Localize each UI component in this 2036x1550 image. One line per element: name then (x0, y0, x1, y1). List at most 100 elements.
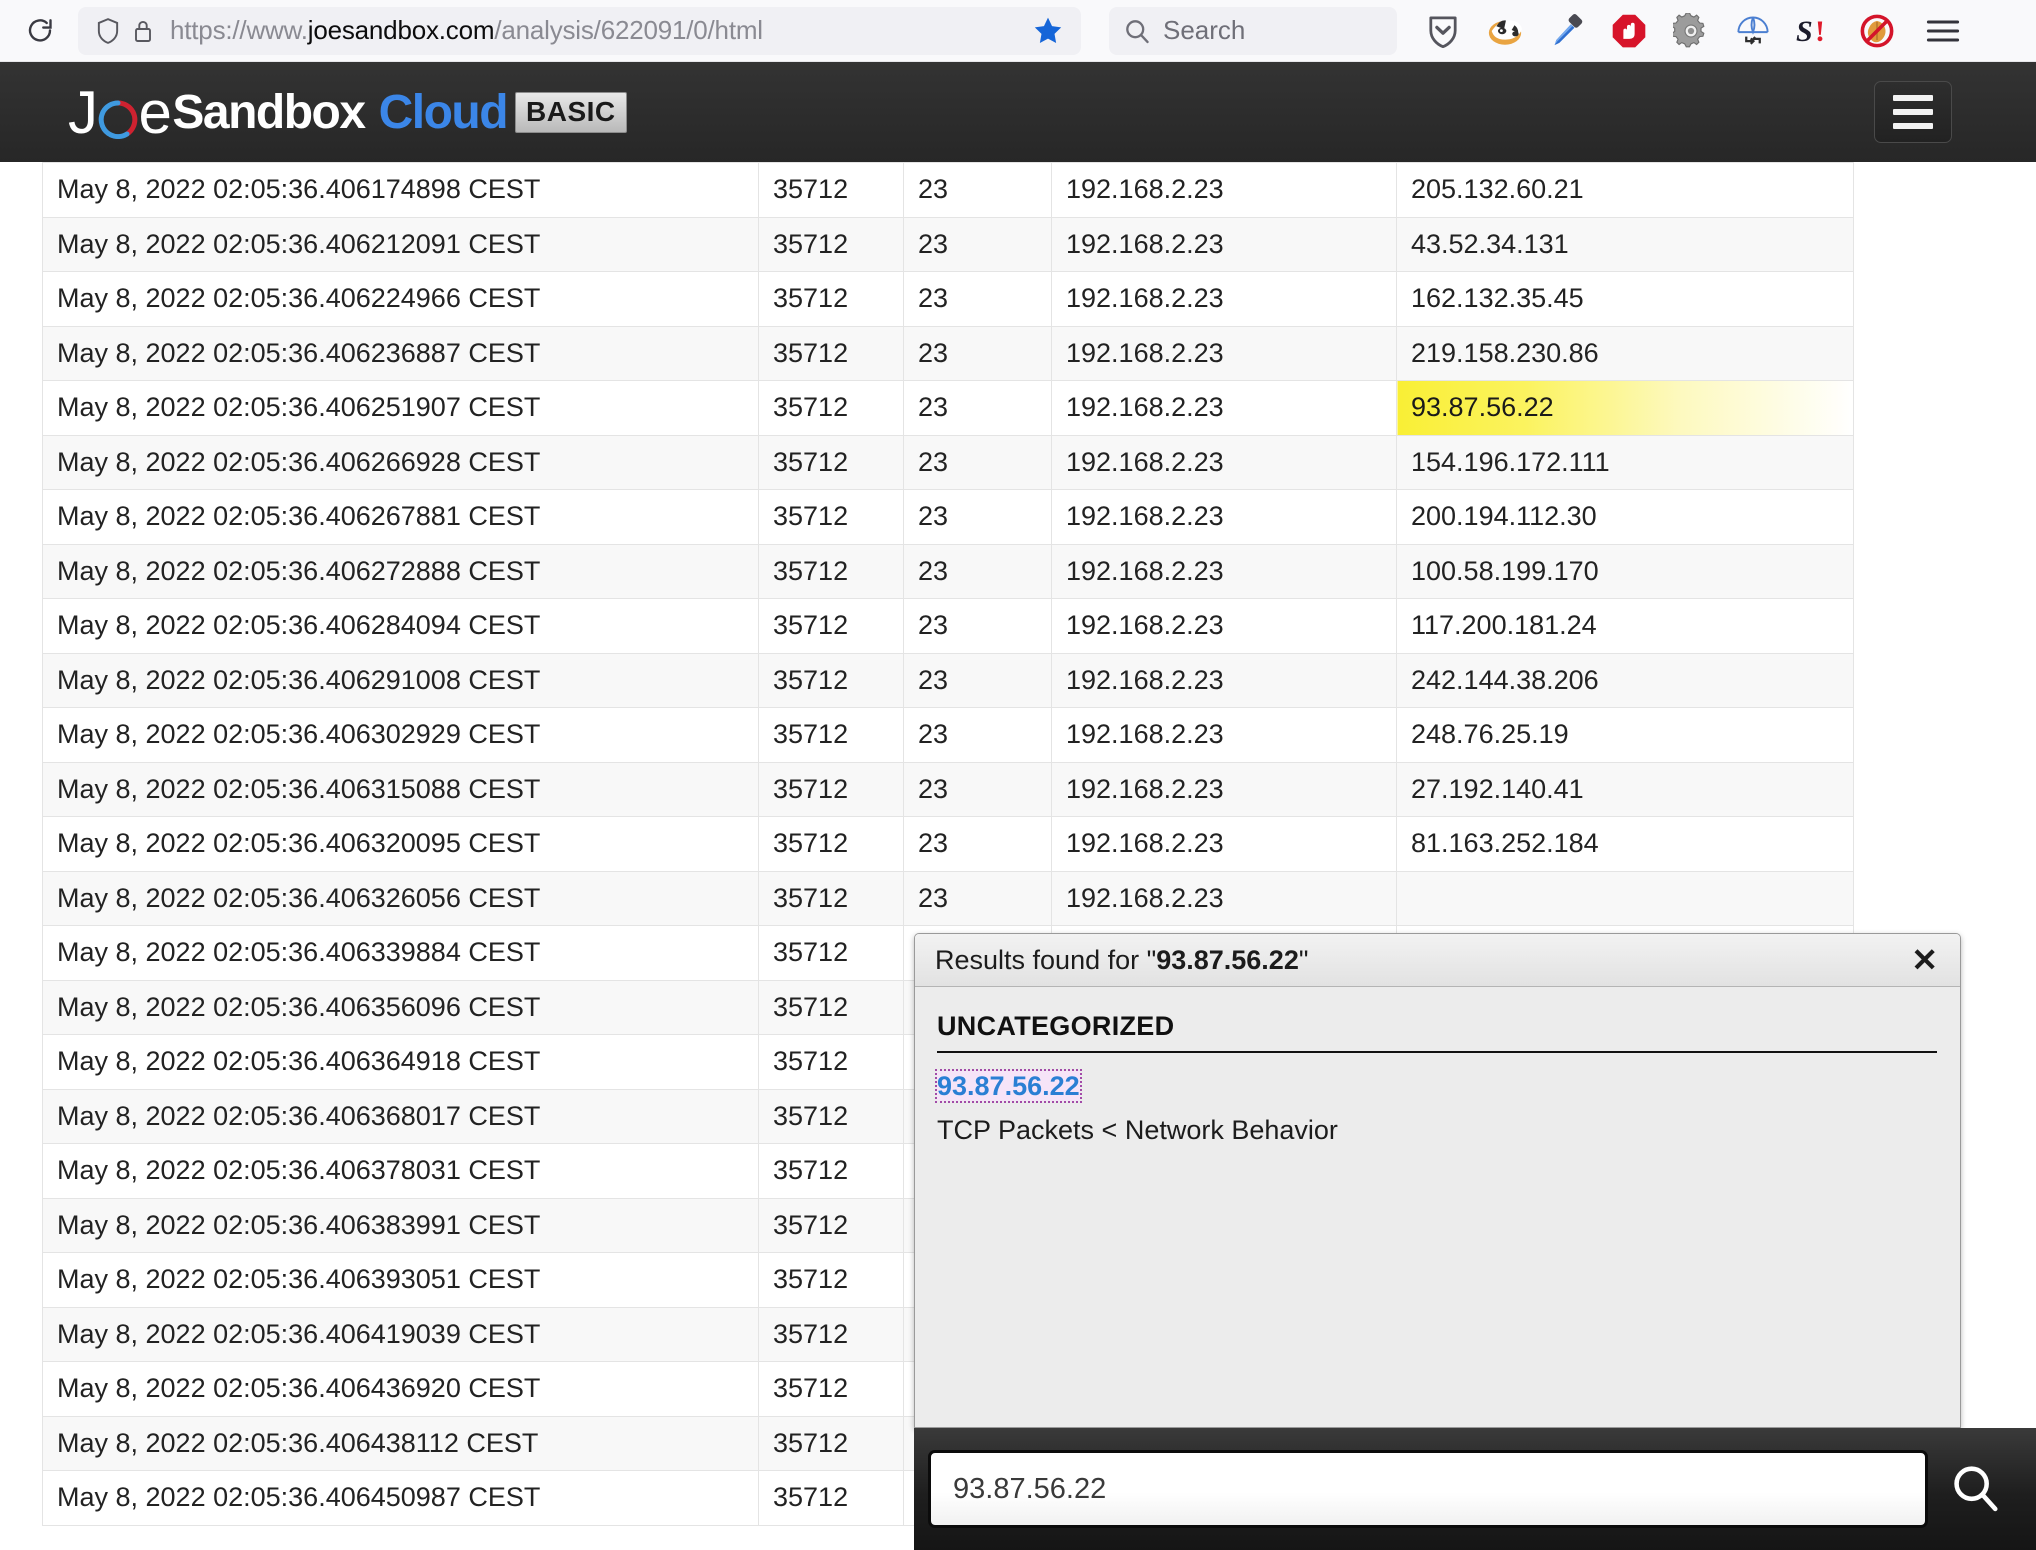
cell-destination-port: 23 (903, 870, 1052, 926)
cell-timestamp: May 8, 2022 02:05:36.406393051 CEST (42, 1252, 759, 1308)
cell-source-ip: 192.168.2.23 (1051, 380, 1397, 436)
cell-timestamp: May 8, 2022 02:05:36.406212091 CEST (42, 216, 759, 272)
eyedropper-icon[interactable] (1547, 11, 1587, 51)
search-results-category: UNCATEGORIZED (937, 1011, 1937, 1053)
cell-destination-ip: 100.58.199.170 (1396, 543, 1854, 599)
cell-source-port: 35712 (758, 1415, 904, 1471)
cell-destination-port: 23 (903, 325, 1052, 381)
site-header: J e Sandbox Cloud BASIC (0, 62, 2036, 162)
search-result-link[interactable]: 93.87.56.22 (935, 1068, 1082, 1104)
cell-source-port: 35712 (758, 1197, 904, 1253)
search-results-title-suffix: " (1298, 944, 1309, 975)
cell-destination-port: 23 (903, 707, 1052, 763)
reload-button[interactable] (18, 9, 62, 53)
logo-letter-e: e (138, 78, 172, 146)
noscript-icon[interactable] (1857, 11, 1897, 51)
cell-timestamp: May 8, 2022 02:05:36.406291008 CEST (42, 652, 759, 708)
search-result-breadcrumb: TCP Packets < Network Behavior (937, 1115, 1338, 1146)
cell-timestamp: May 8, 2022 02:05:36.406368017 CEST (42, 1088, 759, 1144)
table-row[interactable]: May 8, 2022 02:05:36.406302929 CEST 35712… (42, 707, 1854, 763)
cell-destination-ip (1396, 870, 1854, 926)
table-row[interactable]: May 8, 2022 02:05:36.406266928 CEST 35712… (42, 434, 1854, 490)
cell-destination-ip: 219.158.230.86 (1396, 325, 1854, 381)
site-search-submit-button[interactable] (1928, 1441, 2024, 1537)
cell-source-port: 35712 (758, 652, 904, 708)
table-row[interactable]: May 8, 2022 02:05:36.406320095 CEST 35712… (42, 816, 1854, 872)
cell-destination-port: 23 (903, 543, 1052, 599)
reload-icon (28, 18, 52, 42)
cell-source-port: 35712 (758, 489, 904, 545)
search-results-body: UNCATEGORIZED 93.87.56.22 TCP Packets < … (915, 987, 1960, 1146)
extensions-toolbar: S ! (1423, 11, 1963, 51)
table-row[interactable]: May 8, 2022 02:05:36.406326056 CEST 35712… (42, 870, 1854, 926)
browser-search-placeholder: Search (1163, 15, 1246, 45)
cell-source-port: 35712 (758, 1034, 904, 1090)
table-row[interactable]: May 8, 2022 02:05:36.406291008 CEST 35712… (42, 652, 1854, 708)
cell-timestamp: May 8, 2022 02:05:36.406320095 CEST (42, 816, 759, 872)
joe-sandbox-logo[interactable]: J e Sandbox Cloud BASIC (68, 78, 627, 147)
site-search-input[interactable]: 93.87.56.22 (928, 1450, 1928, 1528)
privacy-badger-icon[interactable] (1485, 11, 1525, 51)
table-row[interactable]: May 8, 2022 02:05:36.406272888 CEST 35712… (42, 543, 1854, 599)
cell-source-port: 35712 (758, 162, 904, 218)
table-row[interactable]: May 8, 2022 02:05:36.406284094 CEST 35712… (42, 598, 1854, 654)
cell-destination-ip: 117.200.181.24 (1396, 598, 1854, 654)
cell-source-port: 35712 (758, 761, 904, 817)
bookmark-button[interactable] (1031, 14, 1069, 48)
cell-destination-ip: 81.163.252.184 (1396, 816, 1854, 872)
cell-timestamp: May 8, 2022 02:05:36.406224966 CEST (42, 271, 759, 327)
cell-timestamp: May 8, 2022 02:05:36.406284094 CEST (42, 598, 759, 654)
site-menu-button[interactable] (1874, 81, 1952, 143)
cell-timestamp: May 8, 2022 02:05:36.406326056 CEST (42, 870, 759, 926)
cell-timestamp: May 8, 2022 02:05:36.406266928 CEST (42, 434, 759, 490)
cell-destination-port: 23 (903, 271, 1052, 327)
search-results-popup-header: Results found for "93.87.56.22" ✕ (915, 934, 1960, 987)
cell-source-port: 35712 (758, 380, 904, 436)
cell-timestamp: May 8, 2022 02:05:36.406251907 CEST (42, 380, 759, 436)
cell-destination-ip: 242.144.38.206 (1396, 652, 1854, 708)
cell-timestamp: May 8, 2022 02:05:36.406272888 CEST (42, 543, 759, 599)
cell-source-port: 35712 (758, 1252, 904, 1308)
table-row[interactable]: May 8, 2022 02:05:36.406315088 CEST 35712… (42, 761, 1854, 817)
cell-source-port: 35712 (758, 598, 904, 654)
cell-source-port: 35712 (758, 271, 904, 327)
cell-source-ip: 192.168.2.23 (1051, 652, 1397, 708)
close-icon[interactable]: ✕ (1911, 944, 1938, 976)
cell-source-port: 35712 (758, 1143, 904, 1199)
table-row[interactable]: May 8, 2022 02:05:36.406251907 CEST 35712… (42, 380, 1854, 436)
cell-destination-ip-highlighted: 93.87.56.22 (1396, 380, 1854, 436)
cell-timestamp: May 8, 2022 02:05:36.406356096 CEST (42, 979, 759, 1035)
logo-word-sandbox: Sandbox (172, 85, 366, 139)
address-bar[interactable]: https://www.joesandbox.com/analysis/6220… (78, 6, 1081, 55)
cell-timestamp: May 8, 2022 02:05:36.406315088 CEST (42, 761, 759, 817)
table-row[interactable]: May 8, 2022 02:05:36.406174898 CEST 35712… (42, 162, 1854, 218)
table-row[interactable]: May 8, 2022 02:05:36.406267881 CEST 35712… (42, 489, 1854, 545)
gear-icon[interactable] (1671, 11, 1711, 51)
cell-source-ip: 192.168.2.23 (1051, 162, 1397, 218)
tracking-protection-shield-button[interactable] (90, 13, 126, 49)
logo-edition-badge: BASIC (515, 91, 627, 133)
site-security-button[interactable] (126, 13, 160, 49)
svg-text:!: ! (1815, 15, 1825, 48)
s-bang-icon[interactable]: S ! (1795, 11, 1835, 51)
table-row[interactable]: May 8, 2022 02:05:36.406224966 CEST 35712… (42, 271, 1854, 327)
cell-destination-ip: 205.132.60.21 (1396, 162, 1854, 218)
browser-search-bar[interactable]: Search (1109, 6, 1397, 55)
cell-destination-port: 23 (903, 434, 1052, 490)
cell-source-ip: 192.168.2.23 (1051, 216, 1397, 272)
table-row[interactable]: May 8, 2022 02:05:36.406236887 CEST 35712… (42, 325, 1854, 381)
magnifier-icon (1126, 19, 1149, 43)
cell-source-port: 35712 (758, 816, 904, 872)
cell-destination-ip: 248.76.25.19 (1396, 707, 1854, 763)
ublock-origin-icon[interactable] (1609, 11, 1649, 51)
hamburger-menu-icon[interactable] (1923, 11, 1963, 51)
table-row[interactable]: May 8, 2022 02:05:36.406212091 CEST 35712… (42, 216, 1854, 272)
cell-timestamp: May 8, 2022 02:05:36.406383991 CEST (42, 1197, 759, 1253)
cell-source-ip: 192.168.2.23 (1051, 543, 1397, 599)
cell-timestamp: May 8, 2022 02:05:36.406438112 CEST (42, 1415, 759, 1471)
globe-sync-icon[interactable] (1733, 11, 1773, 51)
pocket-icon[interactable] (1423, 11, 1463, 51)
logo-ring-icon (95, 89, 141, 140)
cell-destination-port: 23 (903, 761, 1052, 817)
cell-destination-port: 23 (903, 489, 1052, 545)
